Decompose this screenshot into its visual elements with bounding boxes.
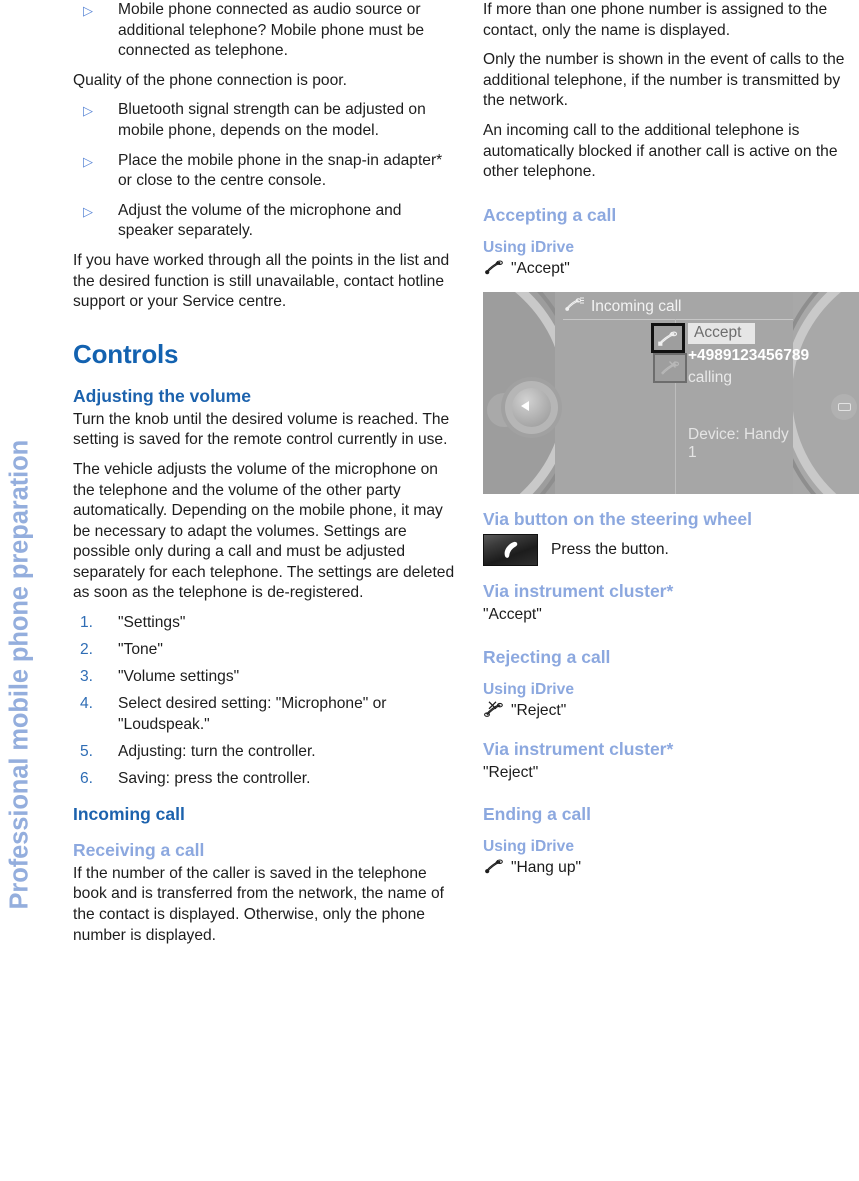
- bullet-list-quality: ▷ Bluetooth signal strength can be adjus…: [73, 100, 455, 242]
- heading-accepting-a-call: Accepting a call: [483, 204, 617, 225]
- bullet-list-top: ▷ Mobile phone connected as audio source…: [73, 0, 455, 62]
- idrive-title-divider: [563, 319, 793, 321]
- idrive-call-status: calling: [688, 369, 732, 387]
- step-label: "Tone": [118, 641, 163, 659]
- phone-hangup-icon: [483, 858, 503, 881]
- list-item-label: Mobile phone connected as audio source o…: [118, 1, 425, 60]
- heading-via-instrument-cluster-reject: Via instrument cluster*: [483, 738, 674, 759]
- side-tab: Professional mobile phone preparation: [0, 0, 40, 1181]
- display-button-glyph: [837, 403, 851, 412]
- list-item: 1. "Settings": [73, 613, 455, 634]
- list-item-label: Bluetooth signal strength can be adjuste…: [118, 101, 426, 139]
- left-column: ▷ Mobile phone connected as audio source…: [73, 0, 455, 955]
- heading-ending-a-call: Ending a call: [483, 804, 591, 825]
- step-number: 1.: [80, 614, 94, 632]
- heading-via-button-steering-wheel: Via button on the steering wheel: [483, 509, 753, 530]
- cluster-accept-text: "Accept": [483, 606, 542, 624]
- list-item: 5. Adjusting: turn the controller.: [73, 742, 455, 763]
- paragraph-vehicle-adjusts: The vehicle adjusts the volume of the mi…: [73, 460, 455, 602]
- steering-wheel-button-row: Press the button.: [483, 534, 859, 567]
- heading-using-idrive-reject: Using iDrive: [483, 680, 574, 698]
- idrive-hangup-label: "Hang up": [511, 859, 582, 877]
- step-number: 2.: [80, 641, 94, 659]
- idrive-icon-accept-selected[interactable]: [651, 323, 685, 354]
- list-item: ▷ Adjust the volume of the microphone an…: [73, 201, 455, 242]
- step-number: 3.: [80, 668, 94, 686]
- phone-accept-icon: [483, 259, 503, 282]
- side-tab-title: Professional mobile phone preparation: [5, 439, 34, 910]
- telephone-menu-icon: [565, 297, 584, 317]
- paragraph-more-than-one-number: If more than one phone number is assigne…: [483, 1, 828, 39]
- triangle-bullet-icon: ▷: [83, 203, 93, 219]
- heading-adjusting-the-volume: Adjusting the volume: [73, 385, 251, 406]
- list-item: 3. "Volume settings": [73, 667, 455, 688]
- manual-page: Professional mobile phone preparation ▷ …: [0, 0, 859, 1181]
- idrive-title-text: Incoming call: [591, 298, 682, 316]
- idrive-hangup-row: "Hang up": [483, 858, 859, 881]
- idrive-accept-row: "Accept": [483, 259, 859, 282]
- idrive-knob-arrow-icon: [521, 401, 529, 412]
- list-item: ▷ Place the mobile phone in the snap-in …: [73, 151, 455, 192]
- idrive-controller-knob[interactable]: [505, 381, 558, 435]
- heading-using-idrive-accept: Using iDrive: [483, 238, 574, 256]
- cluster-reject-text: "Reject": [483, 763, 539, 781]
- list-item-label: Place the mobile phone in the snap-in ad…: [118, 151, 443, 190]
- idrive-knob-inner: [512, 388, 551, 428]
- idrive-reject-row: "Reject": [483, 701, 859, 724]
- phone-reject-icon: [483, 701, 503, 724]
- list-item: 6. Saving: press the controller.: [73, 769, 455, 790]
- paragraph-hotline: If you have worked through all the point…: [73, 251, 450, 311]
- step-number: 4.: [80, 695, 94, 713]
- heading-controls: Controls: [73, 338, 179, 369]
- steering-button-text: Press the button.: [551, 541, 669, 559]
- numbered-step-list: 1. "Settings" 2. "Tone" 3. "Volume setti…: [73, 613, 455, 790]
- list-item: ▷ Mobile phone connected as audio source…: [73, 0, 455, 62]
- idrive-device-name: Device: Handy 1: [688, 426, 789, 462]
- heading-receiving-a-call: Receiving a call: [73, 839, 205, 860]
- idrive-title-row: Incoming call: [565, 297, 681, 317]
- idrive-reject-label: "Reject": [511, 701, 567, 719]
- paragraph-receiving: If the number of the caller is saved in …: [73, 864, 444, 944]
- step-label: Adjusting: turn the controller.: [118, 743, 316, 761]
- step-label: "Volume settings": [118, 668, 240, 686]
- heading-incoming-call: Incoming call: [73, 803, 185, 824]
- idrive-panel: Incoming call Accept +4989123456789 call…: [555, 292, 810, 495]
- idrive-accept-label: "Accept": [511, 259, 570, 277]
- heading-rejecting-a-call: Rejecting a call: [483, 646, 611, 667]
- triangle-bullet-icon: ▷: [83, 153, 93, 169]
- page-footer: 200 Online Edition for Part no. 01 40 2 …: [0, 1115, 859, 1181]
- triangle-bullet-icon: ▷: [83, 3, 93, 18]
- heading-via-instrument-cluster-accept: Via instrument cluster*: [483, 581, 674, 602]
- paragraph-turn-knob: Turn the knob until the desired volume i…: [73, 410, 450, 449]
- step-label: Select desired setting: "Microphone" or …: [118, 695, 387, 733]
- step-number: 6.: [80, 770, 94, 788]
- step-label: "Settings": [118, 614, 186, 632]
- paragraph-only-number-shown: Only the number is shown in the event of…: [483, 51, 845, 110]
- list-item: 4. Select desired setting: "Microphone" …: [73, 694, 455, 735]
- idrive-caller-number: +4989123456789: [688, 347, 810, 365]
- phone-handset-icon[interactable]: [483, 534, 538, 567]
- right-column: If more than one phone number is assigne…: [483, 0, 859, 885]
- paragraph-quality: Quality of the phone connection is poor.: [73, 71, 347, 89]
- heading-using-idrive-hangup: Using iDrive: [483, 838, 574, 856]
- list-item: ▷ Bluetooth signal strength can be adjus…: [73, 100, 455, 141]
- idrive-leader-line: [553, 322, 554, 324]
- idrive-icon-reject[interactable]: [653, 353, 687, 384]
- list-item-label: Adjust the volume of the microphone and …: [118, 201, 402, 240]
- list-item: 2. "Tone": [73, 640, 455, 661]
- step-number: 5.: [80, 743, 94, 761]
- idrive-detail-area: Accept +4989123456789 calling Device: Ha…: [688, 323, 810, 462]
- step-label: Saving: press the controller.: [118, 770, 311, 788]
- idrive-screen-illustration: Incoming call Accept +4989123456789 call…: [483, 292, 859, 495]
- idrive-accept-button[interactable]: Accept: [688, 323, 756, 345]
- triangle-bullet-icon: ▷: [83, 103, 93, 119]
- paragraph-incoming-blocked: An incoming call to the additional telep…: [483, 121, 838, 181]
